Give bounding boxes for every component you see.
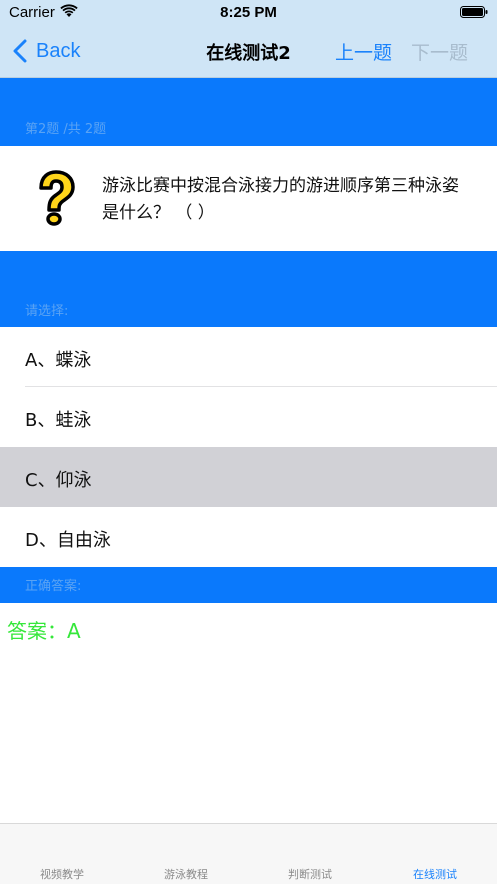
- question-section-header: 第2题 /共 2题: [0, 78, 497, 146]
- options-section-header: 请选择:: [0, 251, 497, 327]
- answer-section-header: 正确答案:: [0, 567, 497, 603]
- option-b[interactable]: B、蛙泳: [0, 387, 497, 447]
- tab-true-false-test[interactable]: 判断测试: [248, 866, 372, 882]
- battery-icon: [460, 6, 488, 18]
- status-bar: Carrier 8:25 PM: [0, 0, 497, 24]
- back-label: Back: [36, 39, 81, 62]
- option-label: D、自由泳: [25, 530, 111, 551]
- correct-answer: 答案：A: [7, 619, 81, 643]
- tab-bar: 视频教学 游泳教程 判断测试 在线测试: [0, 823, 497, 884]
- status-time: 8:25 PM: [220, 4, 277, 21]
- option-a[interactable]: A、蝶泳: [0, 327, 497, 387]
- tab-video-lessons[interactable]: 视频教学: [0, 866, 124, 882]
- question-text: 游泳比赛中按混合泳接力的游进顺序第三种泳姿是什么？ （ ）: [102, 176, 459, 223]
- option-c[interactable]: C、仰泳: [0, 447, 497, 507]
- navigation-bar: Back 在线测试2 上一题 下一题: [0, 24, 497, 78]
- tab-online-test[interactable]: 在线测试: [373, 866, 497, 882]
- previous-question-button[interactable]: 上一题: [335, 38, 392, 65]
- option-label: C、仰泳: [25, 470, 92, 491]
- option-label: A、蝶泳: [25, 350, 92, 371]
- question-row: 游泳比赛中按混合泳接力的游进顺序第三种泳姿是什么？ （ ）: [0, 146, 497, 251]
- next-question-button[interactable]: 下一题: [411, 38, 468, 65]
- tab-swimming-tutorial[interactable]: 游泳教程: [124, 866, 248, 882]
- answer-header-label: 正确答案:: [25, 579, 82, 594]
- question-mark-icon: [39, 170, 75, 226]
- back-button[interactable]: Back: [12, 36, 80, 66]
- chevron-left-icon: [13, 39, 27, 63]
- option-d[interactable]: D、自由泳: [0, 507, 497, 567]
- option-label: B、蛙泳: [25, 410, 92, 431]
- options-header-label: 请选择:: [25, 304, 69, 319]
- question-counter: 第2题 /共 2题: [25, 122, 107, 137]
